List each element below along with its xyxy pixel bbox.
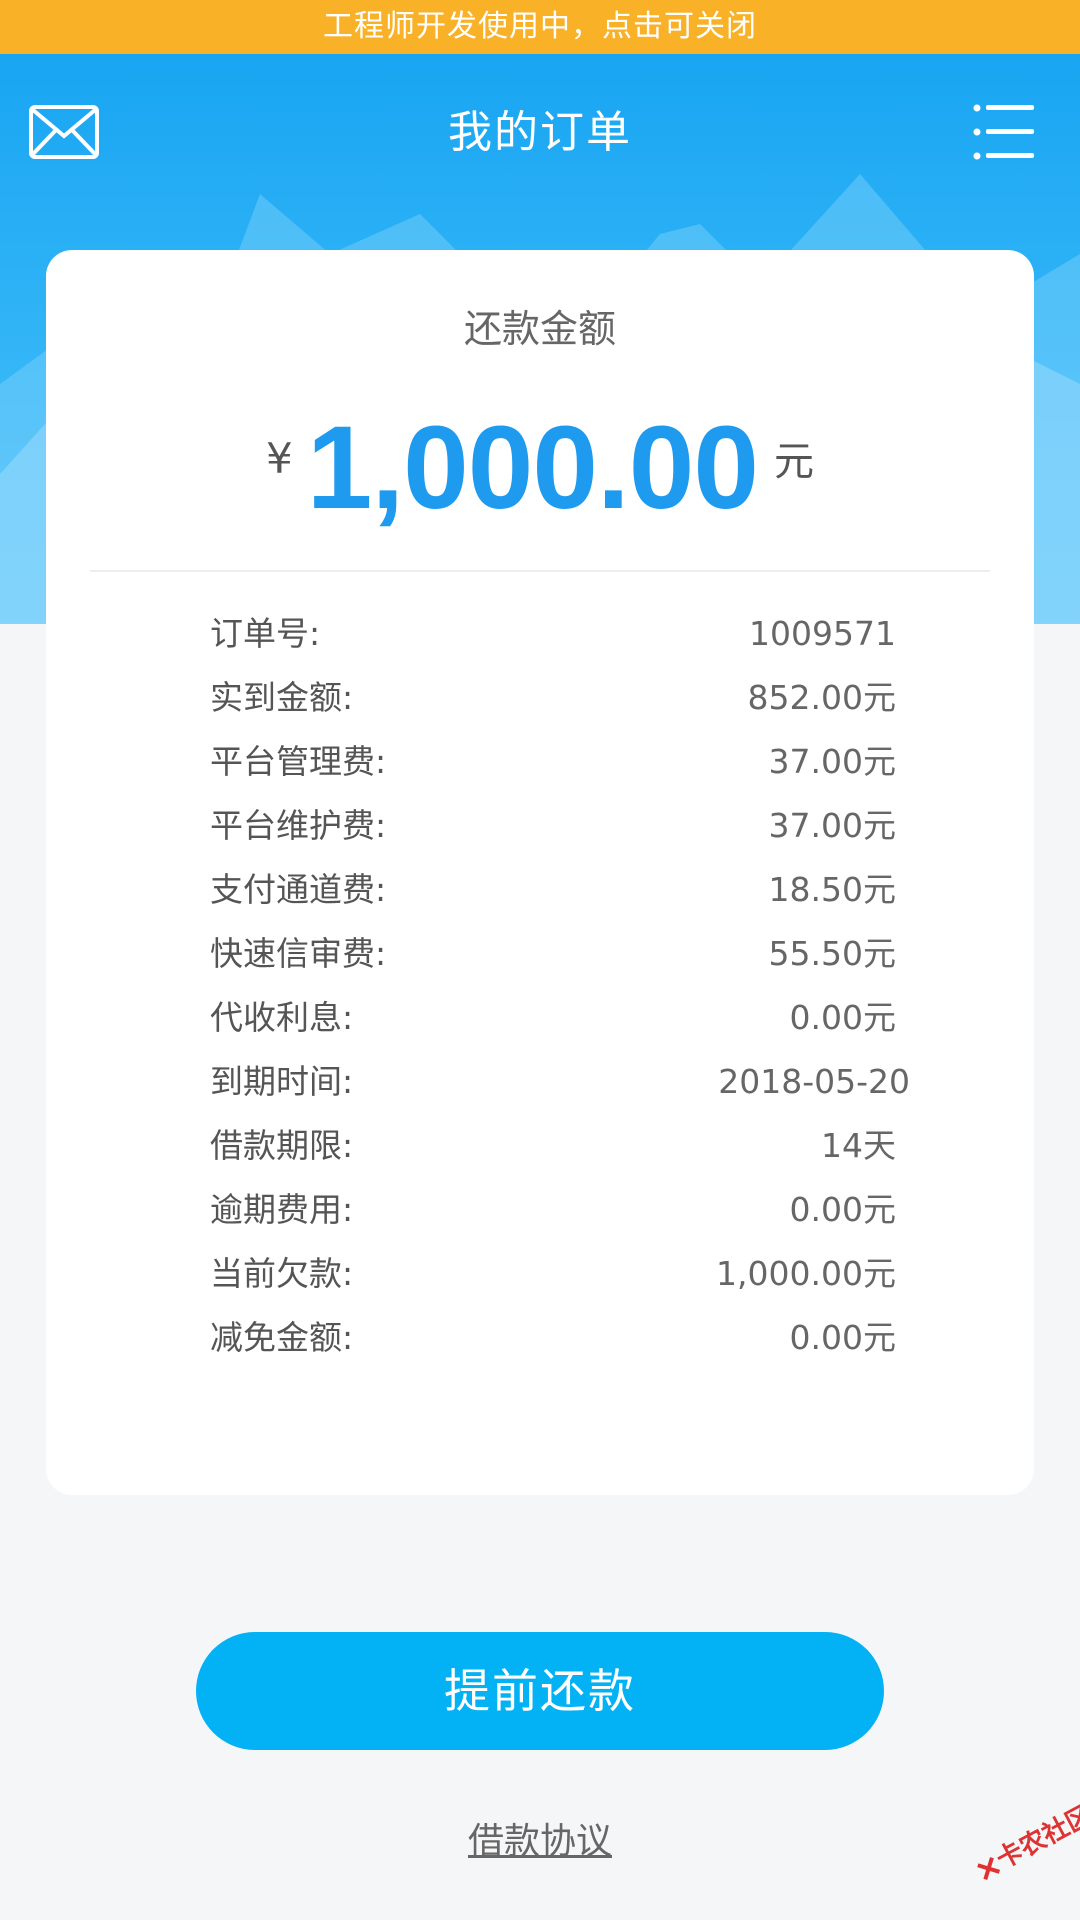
detail-row-credit-review-fee: 快速信审费: 55.50元 bbox=[210, 922, 950, 986]
detail-row-interest: 代收利息: 0.00元 bbox=[210, 986, 950, 1050]
detail-value: 18.50元 bbox=[768, 870, 896, 909]
order-details: 订单号: 1009571 实到金额: 852.00元 平台管理费: 37.00元… bbox=[210, 602, 950, 1370]
detail-label: 代收利息: bbox=[210, 998, 354, 1037]
detail-label: 支付通道费: bbox=[210, 870, 387, 909]
detail-value: 2018-05-20 bbox=[718, 1062, 910, 1101]
detail-label: 实到金额: bbox=[210, 678, 354, 717]
detail-row-maintenance-fee: 平台维护费: 37.00元 bbox=[210, 794, 950, 858]
detail-value: 1,000.00元 bbox=[716, 1254, 896, 1293]
repay-amount-value: 1,000.00 bbox=[306, 402, 759, 534]
detail-label: 借款期限: bbox=[210, 1126, 354, 1165]
dev-mode-banner[interactable]: 工程师开发使用中，点击可关闭 bbox=[0, 0, 1080, 54]
detail-label: 当前欠款: bbox=[210, 1254, 354, 1293]
detail-row-overdue-fee: 逾期费用: 0.00元 bbox=[210, 1178, 950, 1242]
detail-value: 1009571 bbox=[749, 614, 896, 653]
order-card: 还款金额 ¥1,000.00 元 订单号: 1009571 实到金额: 852.0… bbox=[46, 250, 1034, 1495]
detail-label: 减免金额: bbox=[210, 1318, 354, 1357]
detail-value: 37.00元 bbox=[768, 742, 896, 781]
loan-agreement-link[interactable]: 借款协议 bbox=[0, 1812, 1080, 1864]
detail-label: 到期时间: bbox=[210, 1062, 354, 1101]
repay-amount: ¥1,000.00 元 bbox=[46, 400, 1034, 540]
detail-row-payment-channel-fee: 支付通道费: 18.50元 bbox=[210, 858, 950, 922]
detail-row-current-debt: 当前欠款: 1,000.00元 bbox=[210, 1242, 950, 1306]
amount-unit: 元 bbox=[774, 439, 815, 485]
detail-value: 14天 bbox=[821, 1126, 896, 1165]
repay-amount-label: 还款金额 bbox=[463, 307, 616, 351]
page-title: 我的订单 bbox=[448, 107, 632, 158]
detail-row-management-fee: 平台管理费: 37.00元 bbox=[210, 730, 950, 794]
menu-list-icon[interactable] bbox=[972, 100, 1036, 164]
detail-value: 37.00元 bbox=[768, 806, 896, 845]
detail-row-order-number: 订单号: 1009571 bbox=[210, 602, 950, 666]
divider bbox=[90, 570, 990, 572]
detail-value: 0.00元 bbox=[789, 998, 896, 1037]
detail-label: 订单号: bbox=[210, 614, 321, 653]
detail-row-waived-amount: 减免金额: 0.00元 bbox=[210, 1306, 950, 1370]
currency-symbol: ¥ bbox=[265, 433, 293, 483]
detail-value: 852.00元 bbox=[747, 678, 896, 717]
detail-label: 平台管理费: bbox=[210, 742, 387, 781]
detail-row-due-date: 到期时间: 2018-05-20 bbox=[210, 1050, 950, 1114]
detail-label: 平台维护费: bbox=[210, 806, 387, 845]
detail-value: 55.50元 bbox=[768, 934, 896, 973]
detail-label: 逾期费用: bbox=[210, 1190, 354, 1229]
detail-value: 0.00元 bbox=[789, 1318, 896, 1357]
detail-label: 快速信审费: bbox=[210, 934, 387, 973]
early-repay-button[interactable]: 提前还款 bbox=[196, 1632, 884, 1750]
detail-row-loan-term: 借款期限: 14天 bbox=[210, 1114, 950, 1178]
detail-value: 0.00元 bbox=[789, 1190, 896, 1229]
nav-bar: 我的订单 bbox=[0, 54, 1080, 204]
detail-row-received-amount: 实到金额: 852.00元 bbox=[210, 666, 950, 730]
